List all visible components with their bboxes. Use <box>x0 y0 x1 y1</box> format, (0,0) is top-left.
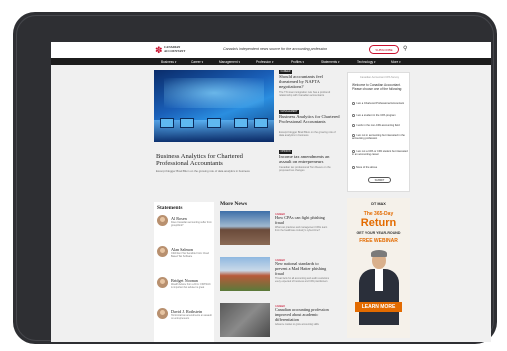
news-excerpt: What can practices and management CPAs l… <box>275 226 328 232</box>
advertisement-banner[interactable]: DT MAX The 365-Day Return GET YOUR YEAR-… <box>347 198 410 338</box>
news-thumbnail[interactable] <box>220 211 270 245</box>
nav-item-career[interactable]: Career ▾ <box>191 60 203 64</box>
survey-option[interactable]: I am a student in the CPA program <box>352 114 408 117</box>
ad-presenter-photo <box>359 250 399 325</box>
site-logo[interactable]: ✽ CANADIAN ACCOUNTANT <box>155 45 187 55</box>
survey-widget: Canadian Accountant CPA Survey Welcome t… <box>347 72 410 192</box>
statements-heading: Statements <box>157 205 183 211</box>
statement-excerpt: CRA Rent Tax Sensible From Cloud Based T… <box>171 252 209 258</box>
news-excerpt: Advance market to grow accounting skills <box>275 323 319 326</box>
ad-headline: Return <box>360 217 397 229</box>
site-tagline: Canada's independent news source for the… <box>223 47 328 51</box>
ad-learn-more-button[interactable]: LEARN MORE <box>355 302 402 312</box>
article-excerpt: Canadian tax professional Tom Reeve on t… <box>279 166 331 173</box>
survey-option-label: I am not a CPA or CPA student but intere… <box>352 150 408 156</box>
survey-submit-button[interactable]: SUBMIT <box>368 177 391 183</box>
site-header: ✽ CANADIAN ACCOUNTANT Canada's independe… <box>51 42 491 58</box>
monitor-graphic <box>254 118 268 128</box>
statement-item[interactable]: Bridget Noonan Wealth Advice from a Firm… <box>157 277 213 307</box>
news-thumbnail[interactable] <box>220 257 270 291</box>
survey-option[interactable]: None of the above <box>352 166 408 169</box>
news-thumbnail[interactable] <box>220 303 270 337</box>
avatar <box>157 215 168 226</box>
radio-icon[interactable] <box>352 114 355 117</box>
radio-icon[interactable] <box>352 166 355 169</box>
presenter-shirt <box>375 269 383 291</box>
statement-item[interactable]: David J. Rothstein Horizontal tax amendm… <box>157 308 213 338</box>
survey-option[interactable]: I work in the non-CPA accounting field <box>352 124 408 127</box>
survey-option[interactable]: I am not a CPA or CPA student but intere… <box>352 150 408 156</box>
nav-item-more[interactable]: More ▾ <box>391 60 401 64</box>
statements-panel: Statements Al Rosen Does Canadian accoun… <box>154 202 214 342</box>
news-title[interactable]: Canadian accounting profession improved … <box>275 307 331 322</box>
news-item[interactable]: CAREER How CPAs can fight phishing fraud… <box>220 211 332 251</box>
more-news-heading: More News <box>220 201 248 207</box>
monitor-graphic <box>180 118 194 128</box>
article-excerpt: Excerpt blogger Brad Blum on the growing… <box>279 131 336 138</box>
news-title[interactable]: How CPAs can fight phishing fraud <box>275 215 331 226</box>
avatar <box>157 277 168 288</box>
hero-headline[interactable]: Business Analytics for Chartered Profess… <box>156 153 272 168</box>
article-title[interactable]: Should accountants feel threatened by NA… <box>279 74 341 90</box>
statement-excerpt: Horizontal tax amendments an assault on … <box>171 314 212 320</box>
statement-excerpt: Does Canadian accounting suffer from gro… <box>171 221 212 227</box>
nav-item-profession[interactable]: Profession ▾ <box>256 60 274 64</box>
nav-item-profiles[interactable]: Profiles ▾ <box>291 60 304 64</box>
survey-option[interactable]: I am a Chartered Professional Accountant <box>352 102 408 105</box>
nav-item-technology[interactable]: Technology ▾ <box>357 60 376 64</box>
main-content: Business Analytics for Chartered Profess… <box>154 70 412 342</box>
hero-image[interactable] <box>154 70 274 142</box>
survey-option[interactable]: I am not in accounting but interested in… <box>352 134 408 140</box>
survey-option-label: I am not in accounting but interested in… <box>352 134 405 140</box>
search-icon[interactable]: ⚲ <box>403 46 410 53</box>
news-excerpt: Threat facts for all accounting and audi… <box>275 277 330 283</box>
survey-option-label: I work in the non-CPA accounting field <box>356 124 400 127</box>
news-title[interactable]: New national standards to prevent a Mad … <box>275 261 331 276</box>
ad-line: GET YOUR YEAR-ROUND <box>356 231 401 235</box>
monitor-graphic <box>234 118 248 128</box>
article-excerpt: The TN visa immigration rule has a profo… <box>279 91 331 98</box>
main-nav: Business ▾ Career ▾ Management ▾ Profess… <box>51 58 491 65</box>
avatar <box>157 246 168 257</box>
survey-option-label: I am a Chartered Professional Accountant <box>356 102 405 105</box>
news-item[interactable]: CAREER Canadian accounting profession im… <box>220 303 332 342</box>
ad-line: FREE WEBINAR <box>359 238 398 244</box>
tablet-frame: ✽ CANADIAN ACCOUNTANT Canada's independe… <box>13 12 497 344</box>
presenter-hair <box>371 250 387 257</box>
statement-excerpt: Wealth Advice from a Firm: FINTRAC is im… <box>171 283 211 289</box>
survey-option-label: None of the above <box>356 166 378 169</box>
subscribe-button[interactable]: SUBSCRIBE <box>369 45 399 54</box>
nav-item-statements[interactable]: Statements ▾ <box>321 60 340 64</box>
avatar <box>157 308 168 319</box>
ad-brand: DT MAX <box>371 202 386 206</box>
statement-item[interactable]: Al Rosen Does Canadian accounting suffer… <box>157 215 213 245</box>
hero-glow <box>164 78 264 108</box>
monitor-graphic <box>207 118 221 128</box>
nav-item-business[interactable]: Business ▾ <box>161 60 176 64</box>
monitor-graphic <box>160 118 174 128</box>
maple-leaf-icon: ✽ <box>155 45 163 55</box>
browser-screen: ✽ CANADIAN ACCOUNTANT Canada's independe… <box>51 42 491 342</box>
article-title[interactable]: Business Analytics for Chartered Profess… <box>279 114 341 124</box>
article-title[interactable]: Income tax amendments an assault on entr… <box>279 154 341 164</box>
hero-subtext: Excerpt blogger Brad Blum on the growing… <box>156 169 250 173</box>
logo-text: CANADIAN ACCOUNTANT <box>164 45 186 53</box>
survey-question: Welcome to Canadian Accountant. Please c… <box>352 83 403 91</box>
survey-option-label: I am a student in the CPA program <box>356 114 396 117</box>
radio-icon[interactable] <box>352 102 355 105</box>
nav-item-management[interactable]: Management ▾ <box>219 60 240 64</box>
survey-header: Canadian Accountant CPA Survey <box>359 76 400 79</box>
radio-icon[interactable] <box>352 124 355 127</box>
statement-item[interactable]: Alan Salmon CRA Rent Tax Sensible From C… <box>157 246 213 276</box>
news-item[interactable]: CAREER New national standards to prevent… <box>220 257 332 297</box>
